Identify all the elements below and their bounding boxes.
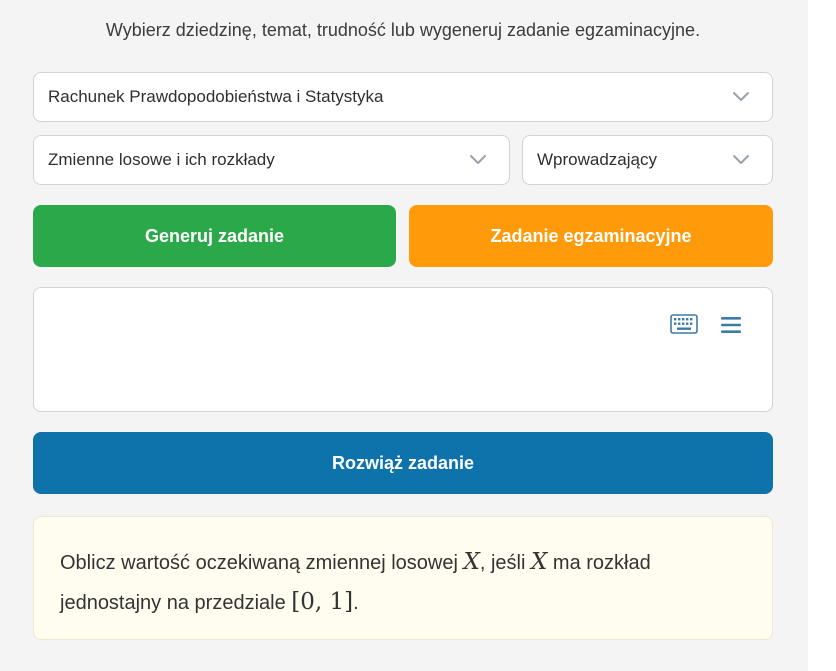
problem-text-part: , jeśli: [479, 552, 531, 574]
difficulty-select[interactable]: Wprowadzający: [522, 135, 773, 185]
solve-task-button[interactable]: Rozwiąż zadanie: [33, 432, 773, 494]
chevron-down-icon: [733, 155, 749, 164]
topic-select-value: Zmienne losowe i ich rozkłady: [48, 150, 275, 169]
math-variable: X: [531, 549, 548, 575]
chevron-down-icon: [470, 155, 486, 164]
keyboard-icon[interactable]: [670, 314, 698, 334]
domain-select[interactable]: Rachunek Prawdopodobieństwa i Statystyka: [33, 72, 773, 122]
problem-statement: Oblicz wartość oczekiwaną zmiennej losow…: [33, 516, 773, 640]
main-panel: Wybierz dziedzinę, temat, trudność lub w…: [0, 0, 808, 671]
right-margin: [808, 0, 836, 671]
domain-select-value: Rachunek Prawdopodobieństwa i Statystyka: [48, 87, 384, 106]
instruction-text: Wybierz dziedzinę, temat, trudność lub w…: [105, 20, 701, 40]
generate-task-button[interactable]: Generuj zadanie: [33, 205, 396, 267]
chevron-down-icon: [733, 92, 749, 101]
exam-task-button[interactable]: Zadanie egzaminacyjne: [409, 205, 773, 267]
menu-icon[interactable]: [720, 316, 742, 334]
problem-text-part: Oblicz wartość oczekiwaną zmiennej losow…: [60, 552, 464, 574]
difficulty-select-value: Wprowadzający: [537, 150, 657, 169]
math-input-field[interactable]: [33, 287, 773, 412]
math-interval: [0, 1]: [291, 589, 354, 615]
problem-text-part: .: [353, 592, 359, 614]
math-variable: X: [463, 549, 480, 575]
topic-select[interactable]: Zmienne losowe i ich rozkłady: [33, 135, 510, 185]
